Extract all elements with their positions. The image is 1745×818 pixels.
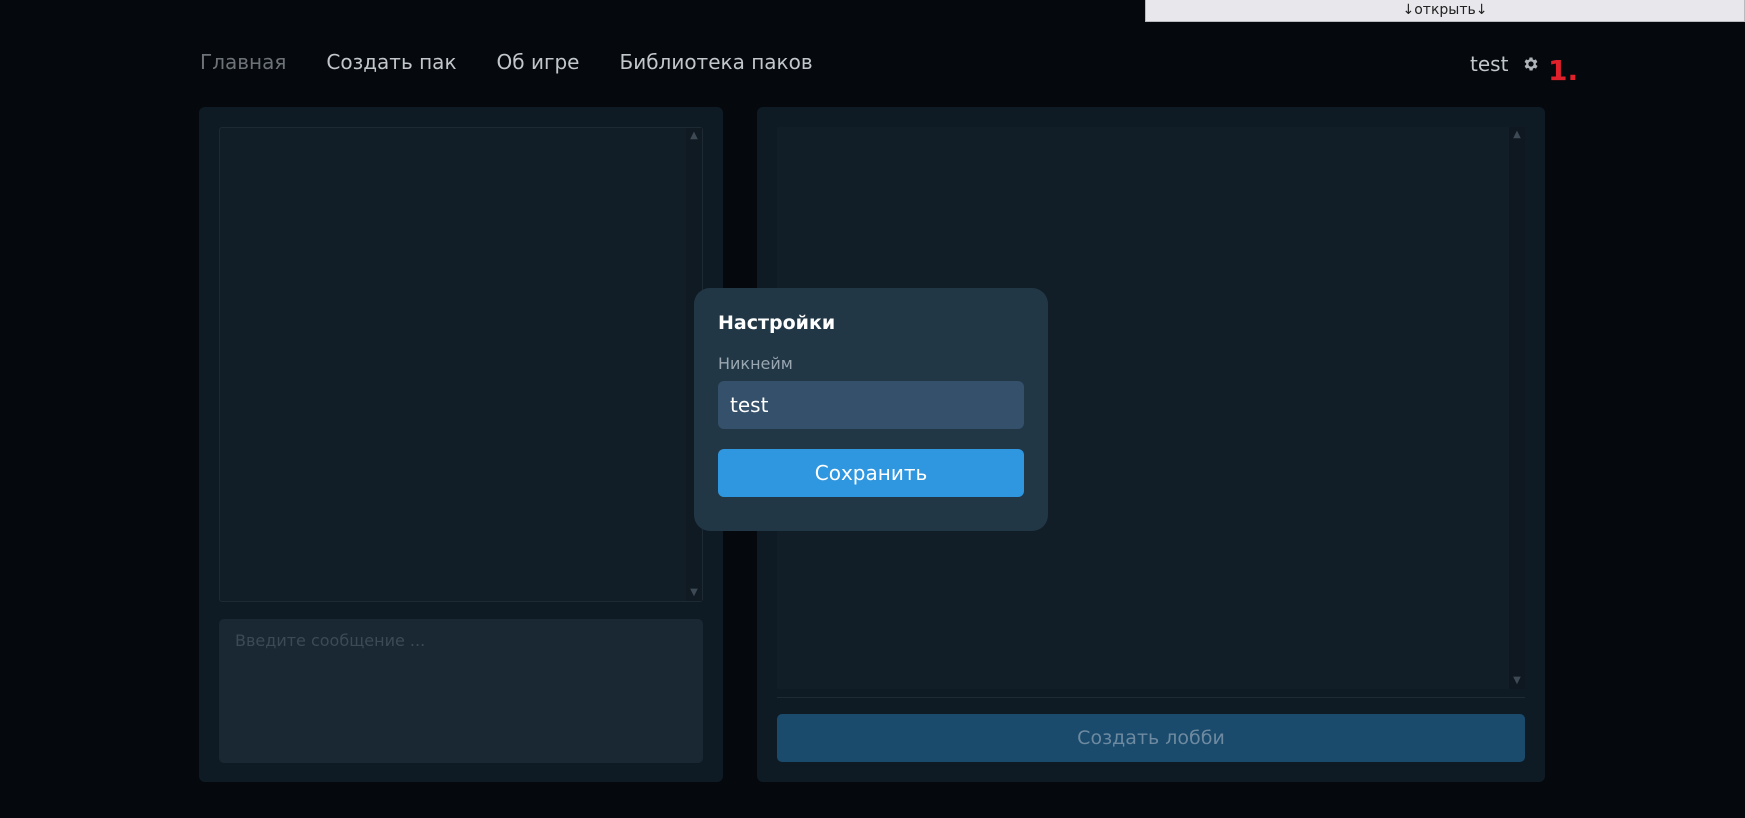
nav-item-create-pack[interactable]: Создать пак [326,50,456,74]
gear-icon[interactable] [1522,55,1540,73]
nav-item-pack-library[interactable]: Библиотека паков [619,50,812,74]
scroll-down-icon[interactable]: ▼ [1509,673,1525,689]
scroll-down-icon[interactable]: ▼ [686,585,702,601]
main-nav: Главная Создать пак Об игре Библиотека п… [200,50,813,74]
modal-title: Настройки [718,312,836,334]
create-lobby-button[interactable]: Создать лобби [777,714,1525,762]
chat-log: ▲ ▼ [219,127,703,602]
nav-item-home[interactable]: Главная [200,50,286,74]
scroll-up-icon[interactable]: ▲ [686,128,702,144]
username: test [1470,52,1509,76]
divider [777,697,1525,698]
user-area: test [1470,52,1540,76]
nickname-label: Никнейм [718,354,793,373]
lobby-scrollbar[interactable]: ▲ ▼ [1509,127,1525,689]
open-drawer-tab[interactable]: ↓открыть↓ [1145,0,1745,22]
chat-panel: ▲ ▼ [199,107,723,782]
chat-message-input[interactable] [219,619,703,763]
scroll-up-icon[interactable]: ▲ [1509,127,1525,143]
nav-item-about-game[interactable]: Об игре [497,50,580,74]
settings-modal: Настройки Никнейм Сохранить [694,288,1048,531]
annotation-marker-1: 1. [1548,54,1579,87]
save-button[interactable]: Сохранить [718,449,1024,497]
nickname-input[interactable] [718,381,1024,429]
